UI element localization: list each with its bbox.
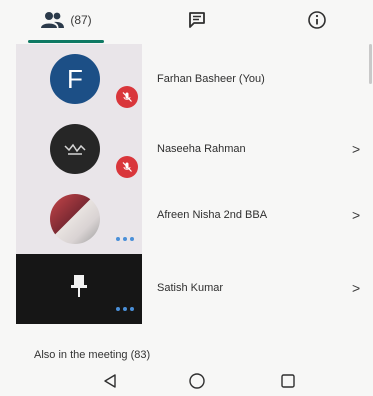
avatar: [50, 124, 100, 174]
chevron-right-icon[interactable]: >: [352, 207, 360, 223]
home-button[interactable]: [185, 369, 209, 393]
mic-off-icon: [116, 156, 138, 178]
video-strip: F: [16, 44, 142, 324]
home-circle-icon: [189, 373, 205, 389]
back-triangle-icon: [104, 374, 116, 388]
tab-bar: (87): [0, 0, 373, 43]
system-nav-bar: [0, 366, 373, 396]
info-icon: [308, 11, 326, 29]
participant-name: Satish Kumar: [157, 282, 224, 294]
participant-row[interactable]: Farhan Basheer (You): [142, 44, 373, 114]
recents-button[interactable]: [276, 369, 300, 393]
people-icon: [41, 12, 65, 28]
mic-off-icon: [116, 86, 138, 108]
chevron-right-icon[interactable]: >: [352, 280, 360, 296]
more-options-icon[interactable]: [116, 307, 134, 311]
participant-row[interactable]: Afreen Nisha 2nd BBA >: [142, 184, 373, 254]
tab-people[interactable]: (87): [16, 0, 116, 40]
participant-row[interactable]: Naseeha Rahman >: [142, 114, 373, 184]
participant-name: Naseeha Rahman: [157, 143, 246, 155]
participant-tile[interactable]: [16, 184, 142, 254]
pin-icon: [68, 273, 90, 304]
chat-icon: [189, 12, 205, 28]
participant-count: (87): [70, 13, 92, 27]
active-tab-indicator: [28, 40, 104, 43]
tab-info[interactable]: [292, 0, 342, 40]
also-in-meeting-label: Also in the meeting (83): [34, 349, 151, 361]
participant-tile[interactable]: [16, 114, 142, 184]
participant-tile[interactable]: [16, 254, 142, 324]
recents-square-icon: [281, 374, 295, 388]
more-options-icon[interactable]: [116, 237, 134, 241]
avatar: F: [50, 54, 100, 104]
participant-name: Afreen Nisha 2nd BBA: [157, 209, 268, 221]
avatar: [50, 194, 100, 244]
participant-row[interactable]: Satish Kumar >: [142, 254, 373, 324]
participant-name: Farhan Basheer (You): [157, 73, 265, 85]
back-button[interactable]: [98, 369, 122, 393]
participant-tile[interactable]: F: [16, 44, 142, 114]
chevron-right-icon[interactable]: >: [352, 141, 360, 157]
tab-chat[interactable]: [172, 0, 222, 40]
